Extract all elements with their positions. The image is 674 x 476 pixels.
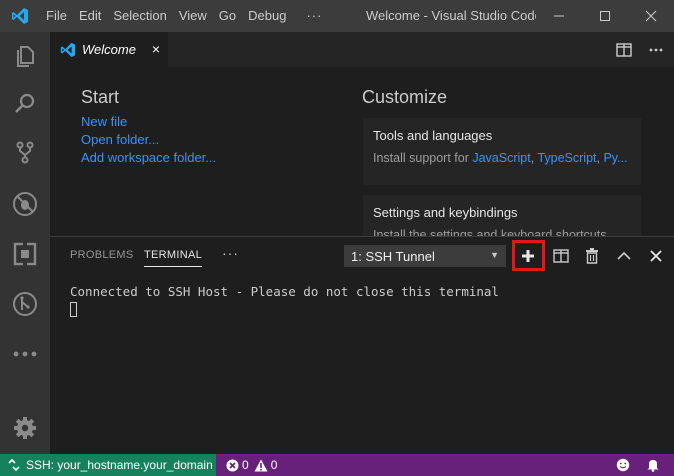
split-terminal-button[interactable] [547, 243, 575, 269]
extensions-button[interactable] [0, 230, 50, 278]
tab-terminal[interactable]: TERMINAL [144, 249, 203, 267]
card-desc-prefix: Install support for [373, 151, 473, 165]
close-panel-button[interactable] [642, 243, 670, 269]
activity-bar [0, 32, 50, 454]
ellipsis-icon [13, 351, 37, 357]
tab-welcome[interactable]: Welcome × [50, 32, 168, 67]
open-folder-link[interactable]: Open folder... [81, 132, 159, 147]
feedback-button[interactable] [616, 454, 630, 476]
trash-icon [586, 248, 598, 264]
search-icon [15, 93, 35, 113]
remote-icon [8, 459, 20, 471]
close-window-button[interactable] [628, 0, 674, 32]
card-title: Settings and keybindings [373, 205, 518, 220]
split-editor-icon [616, 42, 632, 57]
error-count: 0 [242, 458, 249, 472]
debug-icon [13, 192, 37, 216]
add-workspace-folder-link[interactable]: Add workspace folder... [81, 150, 216, 165]
tab-close-button[interactable]: × [152, 41, 160, 57]
tab-problems[interactable]: PROBLEMS [70, 249, 134, 261]
settings-and-keybindings-card[interactable]: Settings and keybindings Install the set… [363, 195, 641, 236]
problems-status[interactable]: 0 0 [226, 454, 277, 476]
status-bar: SSH: your_hostname.your_domain 0 0 [0, 454, 674, 476]
more-views-button[interactable] [0, 330, 50, 378]
source-control-button[interactable] [0, 128, 50, 176]
source-control-icon [16, 141, 34, 164]
menu-go[interactable]: Go [213, 0, 242, 32]
card-description: Install support for JavaScript, TypeScri… [373, 151, 628, 165]
editor-tab-bar: Welcome × [50, 32, 674, 67]
terminal-select-value: 1: SSH Tunnel [351, 248, 435, 264]
close-icon [645, 10, 657, 22]
menu-more[interactable]: ··· [292, 0, 336, 32]
window-title: Welcome - Visual Studio Code [366, 8, 536, 23]
minimize-icon [554, 15, 564, 17]
search-button[interactable] [0, 80, 50, 128]
split-editor-button[interactable] [609, 32, 639, 67]
menu-debug[interactable]: Debug [242, 0, 292, 32]
smiley-icon [616, 458, 630, 472]
extensions-icon [13, 242, 37, 266]
menu-file[interactable]: File [40, 0, 73, 32]
menu-selection[interactable]: Selection [107, 0, 172, 32]
chevron-down-icon: ▼ [490, 250, 499, 260]
close-icon [650, 250, 662, 262]
terminal-cursor[interactable] [70, 302, 77, 317]
start-heading: Start [81, 87, 120, 107]
explorer-button[interactable] [0, 32, 50, 80]
manage-button[interactable] [0, 404, 50, 452]
minimize-button[interactable] [536, 0, 582, 32]
card-description: Install the settings and keyboard shortc… [373, 228, 607, 236]
vscode-logo-icon [60, 42, 76, 57]
chevron-up-icon [617, 251, 631, 260]
error-icon [226, 459, 239, 471]
ellipsis-icon [649, 48, 663, 51]
maximize-button[interactable] [582, 0, 628, 32]
kill-terminal-button[interactable] [578, 243, 606, 269]
customize-heading: Customize [362, 87, 448, 107]
panel: PROBLEMS TERMINAL ··· 1: SSH Tunnel ▼ Co… [50, 236, 674, 454]
panel-more-tabs[interactable]: ··· [222, 245, 239, 261]
vscode-logo-icon [0, 0, 40, 32]
debug-button[interactable] [0, 180, 50, 228]
terminal-select[interactable]: 1: SSH Tunnel ▼ [344, 245, 506, 267]
warning-count: 0 [270, 458, 278, 472]
warning-icon [254, 459, 268, 471]
welcome-page: Start New file Open folder... Add worksp… [50, 67, 674, 236]
javascript-link[interactable]: JavaScript [472, 151, 530, 165]
split-terminal-icon [553, 249, 569, 263]
typescript-link[interactable]: TypeScript [537, 151, 596, 165]
menu-view[interactable]: View [173, 0, 213, 32]
remote-host-label: SSH: your_hostname.your_domain [26, 458, 213, 472]
remote-explorer-icon [13, 292, 37, 316]
maximize-panel-button[interactable] [610, 243, 638, 269]
maximize-icon [600, 11, 610, 21]
remote-indicator[interactable]: SSH: your_hostname.your_domain [0, 454, 216, 476]
title-bar: File Edit Selection View Go Debug ··· We… [0, 0, 674, 32]
menu-edit[interactable]: Edit [73, 0, 107, 32]
card-title: Tools and languages [373, 128, 493, 143]
gear-icon [14, 417, 36, 439]
new-file-link[interactable]: New file [81, 114, 127, 129]
editor-more-actions-button[interactable] [641, 32, 671, 67]
highlight-box [512, 240, 545, 271]
terminal-output: Connected to SSH Host - Please do not cl… [70, 284, 499, 299]
notifications-button[interactable] [646, 454, 660, 476]
bell-icon [647, 460, 659, 472]
tab-label: Welcome [82, 42, 136, 57]
python-link[interactable]: Py... [603, 151, 627, 165]
menu-bar: File Edit Selection View Go Debug ··· [40, 0, 336, 32]
files-icon [17, 46, 34, 67]
tools-and-languages-card[interactable]: Tools and languages Install support for … [363, 118, 641, 185]
remote-explorer-button[interactable] [0, 280, 50, 328]
